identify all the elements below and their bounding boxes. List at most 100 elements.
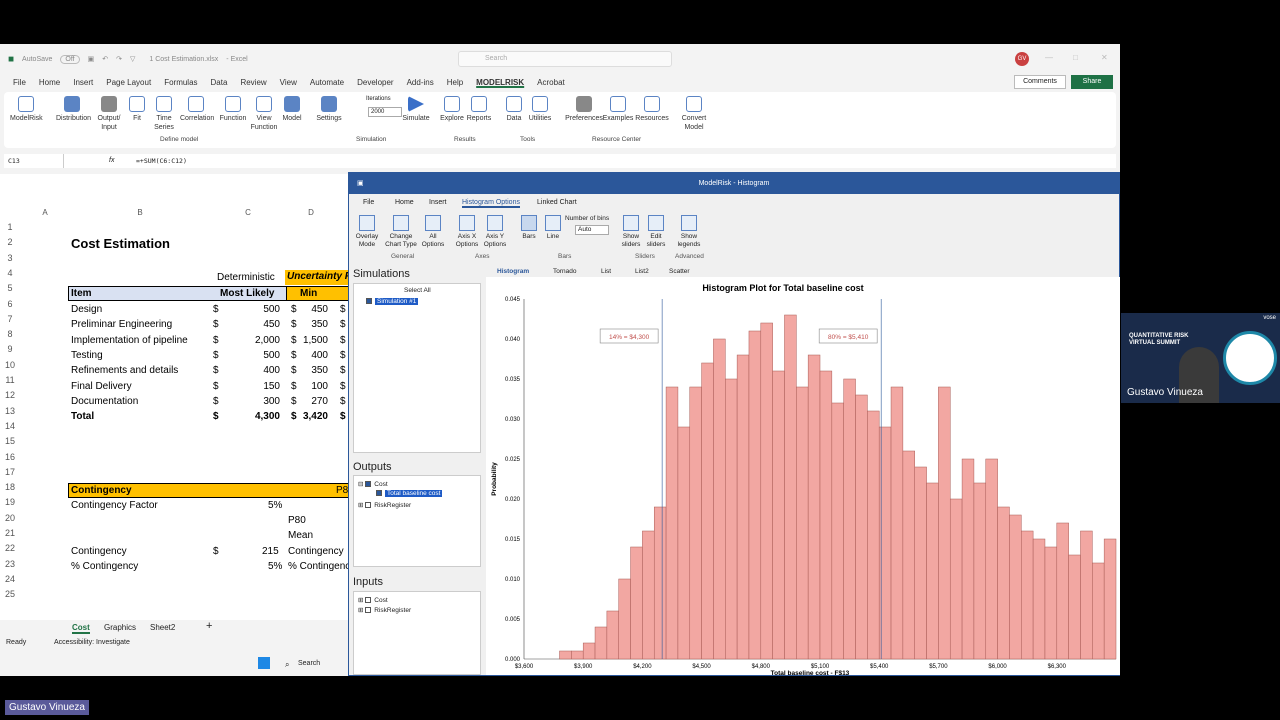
row-number[interactable]: 19	[0, 497, 20, 507]
taskbar-search-icon[interactable]: ⌕	[285, 660, 289, 670]
accessibility-status[interactable]: Accessibility: Investigate	[54, 639, 130, 646]
item-name[interactable]: Implementation of pipeline	[71, 335, 188, 346]
item-name[interactable]: Refinements and details	[71, 365, 178, 376]
item-min[interactable]: 350	[288, 365, 328, 376]
ribbon-modelrisk-button[interactable]: ModelRisk	[10, 96, 43, 123]
p80-label[interactable]: P80	[288, 515, 306, 526]
menu-modelrisk[interactable]: MODELRISK	[476, 78, 524, 87]
overlay-mode-button[interactable]: Overlay Mode	[353, 215, 381, 248]
item-most-likely[interactable]: 150	[240, 381, 280, 392]
currency-symbol[interactable]: $	[213, 381, 219, 392]
search-input[interactable]: Search	[458, 51, 672, 67]
filter-icon[interactable]: ▽	[130, 55, 135, 63]
menu-acrobat[interactable]: Acrobat	[537, 78, 565, 87]
line-button[interactable]: Line	[539, 215, 567, 241]
menu-file[interactable]: File	[13, 78, 26, 87]
tab-tornado[interactable]: Tornado	[553, 268, 577, 275]
item-name[interactable]: Testing	[71, 350, 103, 361]
minimize-icon[interactable]: —	[1045, 53, 1053, 62]
currency-symbol[interactable]: $	[340, 411, 346, 422]
mr-menu-linked-chart[interactable]: Linked Chart	[537, 199, 577, 206]
item-min[interactable]: 350	[288, 319, 328, 330]
add-sheet-icon[interactable]: +	[206, 620, 212, 632]
axis-x-options-button[interactable]: Axis X Options	[453, 215, 481, 248]
contingency-factor-value[interactable]: 5%	[268, 500, 282, 511]
show-sliders-button[interactable]: Show sliders	[617, 215, 645, 248]
header-item[interactable]: Item	[71, 288, 92, 299]
sheet-tab-sheet2[interactable]: Sheet2	[150, 623, 175, 632]
autosave-toggle[interactable]: Off	[60, 54, 80, 64]
examples-button[interactable]: Examples	[602, 96, 634, 123]
currency-symbol[interactable]: $	[340, 304, 346, 315]
mr-save-icon[interactable]: ▣	[357, 173, 364, 194]
comments-button[interactable]: Comments	[1014, 75, 1066, 89]
reports-button[interactable]: Reports	[463, 96, 495, 123]
row-number[interactable]: 22	[0, 543, 20, 553]
tab-scatter[interactable]: Scatter	[669, 268, 690, 275]
item-min[interactable]: 400	[288, 350, 328, 361]
mr-menu-insert[interactable]: Insert	[429, 199, 447, 206]
item-min[interactable]: 450	[288, 304, 328, 315]
menu-view[interactable]: View	[280, 78, 297, 87]
row-number[interactable]: 24	[0, 574, 20, 584]
output-cost[interactable]: ⊟ Cost	[358, 480, 388, 488]
sheet-tab-graphics[interactable]: Graphics	[104, 623, 136, 632]
input-riskregister[interactable]: ⊞ RiskRegister	[358, 606, 411, 614]
column-header-a[interactable]: A	[20, 208, 70, 220]
row-number[interactable]: 21	[0, 528, 20, 538]
menu-page-layout[interactable]: Page Layout	[106, 78, 151, 87]
row-number[interactable]: 11	[0, 375, 20, 385]
mr-menu-histogram-options[interactable]: Histogram Options	[462, 199, 520, 208]
currency-symbol[interactable]: $	[213, 411, 219, 422]
preferences-button[interactable]: Preferences	[564, 96, 604, 123]
share-button[interactable]: Share	[1071, 75, 1113, 89]
currency-symbol[interactable]: $	[213, 396, 219, 407]
contingency-label[interactable]: Contingency	[71, 546, 127, 557]
row-number[interactable]: 23	[0, 559, 20, 569]
total-min[interactable]: 3,420	[288, 411, 328, 422]
mr-titlebar[interactable]: ▣ ModelRisk - Histogram	[349, 173, 1119, 194]
all-options-button[interactable]: All Options	[419, 215, 447, 248]
tab-list2[interactable]: List2	[635, 268, 649, 275]
currency-symbol[interactable]: $	[213, 350, 219, 361]
output-total-baseline-cost[interactable]: Total baseline cost	[376, 490, 443, 497]
save-icon[interactable]: ▣	[88, 55, 95, 63]
row-number[interactable]: 25	[0, 589, 20, 599]
item-most-likely[interactable]: 500	[240, 350, 280, 361]
select-all-button[interactable]: Select All	[404, 287, 431, 294]
currency-symbol[interactable]: $	[340, 319, 346, 330]
item-name[interactable]: Design	[71, 304, 102, 315]
input-cost[interactable]: ⊞ Cost	[358, 596, 388, 604]
close-icon[interactable]: ✕	[1101, 53, 1108, 62]
menu-help[interactable]: Help	[447, 78, 463, 87]
header-most-likely[interactable]: Most Likely	[220, 288, 274, 299]
tab-histogram[interactable]: Histogram	[497, 268, 529, 275]
pct-contingency-label[interactable]: % Contingency	[71, 561, 138, 572]
menu-data[interactable]: Data	[211, 78, 228, 87]
menu-add-ins[interactable]: Add-ins	[407, 78, 434, 87]
currency-symbol[interactable]: $	[213, 304, 219, 315]
name-box[interactable]: C13	[4, 154, 64, 168]
row-number[interactable]: 9	[0, 344, 20, 354]
row-number[interactable]: 13	[0, 406, 20, 416]
utilities-button[interactable]: Utilities	[524, 96, 556, 123]
menu-review[interactable]: Review	[240, 78, 266, 87]
row-number[interactable]: 20	[0, 513, 20, 523]
edit-sliders-button[interactable]: Edit sliders	[642, 215, 670, 248]
change-chart-type-button[interactable]: Change Chart Type	[383, 215, 419, 248]
axis-y-options-button[interactable]: Axis Y Options	[481, 215, 509, 248]
sheet-tab-cost[interactable]: Cost	[72, 623, 90, 634]
sheet-title[interactable]: Cost Estimation	[71, 236, 170, 251]
menu-home[interactable]: Home	[39, 78, 60, 87]
mr-menu-home[interactable]: Home	[395, 199, 414, 206]
histogram-chart[interactable]: Histogram Plot for Total baseline cost 0.…	[486, 277, 1120, 677]
item-most-likely[interactable]: 500	[240, 304, 280, 315]
total-label[interactable]: Total	[71, 411, 94, 422]
column-header-c[interactable]: C	[210, 208, 286, 220]
row-number[interactable]: 12	[0, 390, 20, 400]
simulate-button[interactable]: Simulate	[400, 96, 432, 123]
row-number[interactable]: 8	[0, 329, 20, 339]
ribbon-distribution-button[interactable]: Distribution	[56, 96, 91, 123]
user-avatar[interactable]: GV	[1015, 52, 1029, 66]
formula-input[interactable]: =+SUM(C6:C12)	[136, 157, 187, 165]
